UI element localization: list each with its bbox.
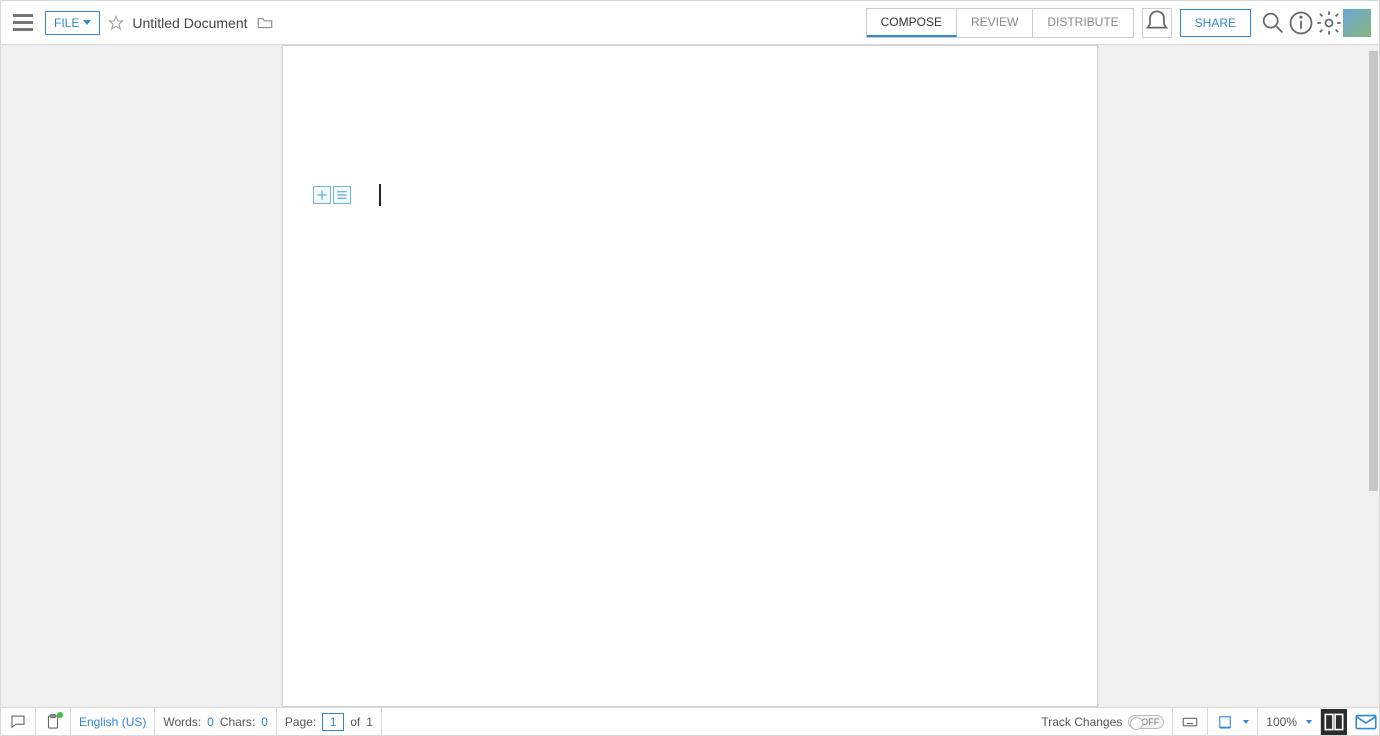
keyboard-icon[interactable]	[1181, 713, 1199, 731]
page-of-label: of	[350, 715, 360, 729]
status-page: Page: of 1	[277, 708, 382, 735]
header-right-icons	[1259, 9, 1371, 37]
block-options-icon[interactable]	[333, 186, 351, 204]
zoom-value: 100%	[1266, 715, 1297, 729]
page-number-input[interactable]	[322, 713, 344, 731]
search-icon[interactable]	[1259, 9, 1287, 37]
menu-hamburger-icon[interactable]	[9, 9, 37, 37]
status-counts: Words: 0 Chars: 0	[155, 708, 277, 735]
share-button[interactable]: SHARE	[1180, 9, 1251, 37]
notifications-icon[interactable]	[1142, 8, 1172, 38]
document-page[interactable]	[282, 45, 1098, 707]
mail-view-icon[interactable]	[1353, 709, 1379, 735]
file-menu-button[interactable]: FILE	[45, 11, 100, 35]
user-avatar[interactable]	[1343, 9, 1371, 37]
chevron-down-icon	[1306, 720, 1312, 724]
page-total: 1	[366, 715, 373, 729]
page-label: Page:	[285, 715, 316, 729]
top-toolbar: FILE Untitled Document COMPOSE REVIEW DI…	[1, 1, 1379, 45]
status-zoom[interactable]: 100%	[1258, 708, 1321, 735]
vertical-scrollbar[interactable]	[1369, 45, 1378, 707]
words-label: Words:	[163, 715, 201, 729]
chevron-down-icon[interactable]	[1243, 720, 1249, 724]
file-menu-label: FILE	[54, 16, 79, 30]
tab-distribute[interactable]: DISTRIBUTE	[1033, 9, 1132, 37]
star-icon[interactable]	[108, 15, 124, 31]
status-chat-section	[1, 708, 36, 735]
mode-tabs: COMPOSE REVIEW DISTRIBUTE	[866, 8, 1134, 38]
text-cursor	[379, 184, 381, 206]
info-icon[interactable]	[1287, 9, 1315, 37]
tab-compose[interactable]: COMPOSE	[867, 9, 957, 37]
chars-label: Chars:	[220, 715, 255, 729]
status-language[interactable]: English (US)	[71, 708, 155, 735]
track-changes-toggle[interactable]: OFF	[1128, 715, 1164, 729]
chat-icon[interactable]	[9, 713, 27, 731]
tab-review[interactable]: REVIEW	[957, 9, 1033, 37]
fit-width-icon[interactable]	[1216, 713, 1234, 731]
clipboard-icon[interactable]	[44, 713, 62, 731]
words-value[interactable]: 0	[207, 715, 214, 729]
document-canvas	[1, 45, 1379, 707]
settings-gear-icon[interactable]	[1315, 9, 1343, 37]
status-keyboard-section	[1173, 708, 1208, 735]
chars-value[interactable]: 0	[261, 715, 268, 729]
app-root: FILE Untitled Document COMPOSE REVIEW DI…	[0, 0, 1380, 736]
track-changes-label: Track Changes	[1041, 715, 1122, 729]
chevron-down-icon	[83, 20, 91, 25]
status-bar: English (US) Words: 0 Chars: 0 Page: of …	[1, 707, 1379, 735]
page-view-icon[interactable]	[1321, 709, 1347, 735]
document-title[interactable]: Untitled Document	[132, 15, 247, 31]
add-block-icon[interactable]	[313, 186, 331, 204]
vertical-scrollbar-thumb[interactable]	[1369, 51, 1378, 491]
status-clipboard-section	[36, 708, 71, 735]
status-view-toggles	[1321, 708, 1379, 735]
folder-icon[interactable]	[256, 14, 274, 32]
status-track-changes: Track Changes OFF	[1033, 708, 1173, 735]
block-insert-handles	[313, 186, 351, 204]
status-fit-section	[1208, 708, 1258, 735]
language-label: English (US)	[79, 715, 146, 729]
